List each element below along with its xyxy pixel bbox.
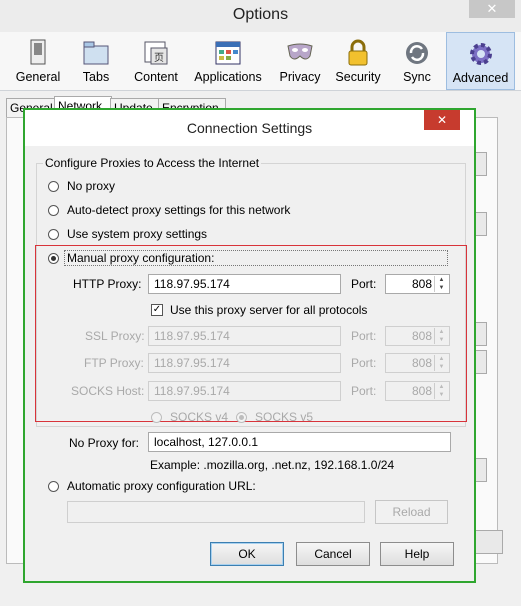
toolbar-privacy[interactable]: Privacy: [274, 32, 326, 90]
ftp-port-stepper[interactable]: 808 ▲ ▼: [385, 353, 450, 373]
no-proxy-for-label: No Proxy for:: [69, 436, 140, 450]
socks-v5-radio[interactable]: [236, 412, 247, 423]
chevron-down-icon[interactable]: ▼: [435, 284, 448, 292]
manual-proxy-radio[interactable]: [48, 253, 59, 264]
options-toolbar: General Tabs 页 Content Applications Priv…: [0, 32, 521, 91]
reload-button[interactable]: Reload: [375, 500, 448, 524]
tabs-icon: [83, 41, 109, 65]
auto-config-url-label: Automatic proxy configuration URL:: [67, 479, 256, 493]
toolbar-security[interactable]: Security: [332, 32, 384, 90]
chevron-down-icon[interactable]: ▼: [435, 363, 448, 371]
system-proxy-radio[interactable]: [48, 229, 59, 240]
help-button[interactable]: Help: [380, 542, 454, 566]
chevron-down-icon[interactable]: ▼: [435, 336, 448, 344]
ssl-proxy-input[interactable]: 118.97.95.174: [148, 326, 341, 346]
auto-detect-label: Auto-detect proxy settings for this netw…: [67, 203, 291, 217]
ok-button[interactable]: OK: [210, 542, 284, 566]
toolbar-applications[interactable]: Applications: [190, 32, 266, 90]
toolbar-label: Tabs: [82, 70, 110, 84]
dialog-close-button[interactable]: ✕: [424, 110, 460, 130]
ssl-port-stepper[interactable]: 808 ▲ ▼: [385, 326, 450, 346]
socks-host-label: SOCKS Host:: [71, 384, 145, 398]
socks-v4-label: SOCKS v4: [170, 410, 229, 424]
socks-v4-radio[interactable]: [151, 412, 162, 423]
ftp-proxy-label: FTP Proxy:: [84, 356, 144, 370]
toolbar-label: Applications: [194, 70, 262, 84]
chevron-up-icon[interactable]: ▲: [435, 355, 448, 363]
no-proxy-example: Example: .mozilla.org, .net.nz, 192.168.…: [150, 458, 395, 472]
toolbar-label: Security: [335, 70, 381, 84]
auto-detect-radio[interactable]: [48, 205, 59, 216]
http-port-value: 808: [411, 277, 432, 291]
http-proxy-input[interactable]: 118.97.95.174: [148, 274, 341, 294]
chevron-up-icon[interactable]: ▲: [435, 383, 448, 391]
chevron-up-icon[interactable]: ▲: [435, 328, 448, 336]
port-arrows[interactable]: ▲ ▼: [434, 276, 448, 292]
gear-icon: [469, 43, 492, 65]
cancel-button[interactable]: Cancel: [296, 542, 370, 566]
toolbar-advanced[interactable]: Advanced: [446, 32, 515, 90]
chevron-up-icon[interactable]: ▲: [435, 276, 448, 284]
toolbar-sync[interactable]: Sync: [392, 32, 442, 90]
toolbar-label: Content: [134, 70, 178, 84]
auto-config-url-radio[interactable]: [48, 481, 59, 492]
toolbar-label: General: [15, 70, 61, 84]
manual-proxy-label: Manual proxy configuration:: [67, 251, 215, 265]
ssl-port-value: 808: [411, 329, 432, 343]
ftp-proxy-input[interactable]: 118.97.95.174: [148, 353, 341, 373]
chevron-down-icon[interactable]: ▼: [435, 391, 448, 399]
socks-port-stepper[interactable]: 808 ▲ ▼: [385, 381, 450, 401]
options-close-button[interactable]: ✕: [469, 0, 515, 18]
http-port-label: Port:: [351, 277, 377, 291]
auto-config-url-input[interactable]: [67, 501, 365, 523]
ssl-port-label: Port:: [351, 329, 377, 343]
toolbar-tabs[interactable]: Tabs: [70, 32, 122, 90]
applications-icon: [215, 41, 241, 65]
sync-icon: [406, 42, 428, 64]
proxy-group-title: Configure Proxies to Access the Internet: [43, 156, 262, 170]
socks-v5-label: SOCKS v5: [255, 410, 314, 424]
http-proxy-label: HTTP Proxy:: [73, 277, 142, 291]
ftp-port-value: 808: [411, 356, 432, 370]
no-proxy-radio[interactable]: [48, 181, 59, 192]
ssl-proxy-label: SSL Proxy:: [85, 329, 145, 343]
use-same-proxy-checkbox[interactable]: ✓: [151, 304, 163, 316]
dialog-title: Connection Settings: [186, 120, 313, 136]
socks-host-input[interactable]: 118.97.95.174: [148, 381, 341, 401]
toolbar-label: Privacy: [279, 70, 321, 84]
port-arrows[interactable]: ▲ ▼: [434, 355, 448, 371]
options-title: Options: [232, 6, 289, 23]
content-icon: 页: [144, 41, 168, 65]
ftp-port-label: Port:: [351, 356, 377, 370]
general-icon: [30, 39, 46, 65]
toolbar-label: Sync: [403, 70, 431, 84]
http-port-stepper[interactable]: 808 ▲ ▼: [385, 274, 450, 294]
toolbar-content[interactable]: 页 Content: [128, 32, 184, 90]
port-arrows[interactable]: ▲ ▼: [434, 328, 448, 344]
socks-port-value: 808: [411, 384, 432, 398]
no-proxy-label: No proxy: [67, 179, 116, 193]
system-proxy-label: Use system proxy settings: [67, 227, 208, 241]
use-same-proxy-label: Use this proxy server for all protocols: [170, 303, 368, 317]
privacy-mask-icon: [287, 43, 313, 60]
no-proxy-for-input[interactable]: localhost, 127.0.0.1: [148, 432, 451, 452]
padlock-icon: [348, 39, 368, 66]
toolbar-general[interactable]: General: [8, 32, 68, 90]
socks-port-label: Port:: [351, 384, 377, 398]
svg-text:页: 页: [154, 52, 164, 64]
toolbar-label: Advanced: [452, 71, 509, 85]
port-arrows[interactable]: ▲ ▼: [434, 383, 448, 399]
